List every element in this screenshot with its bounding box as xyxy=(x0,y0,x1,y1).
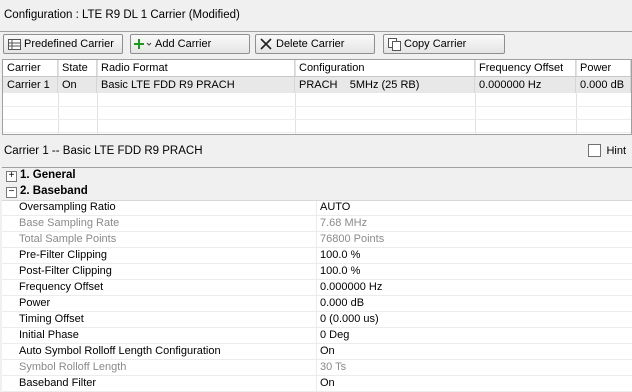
property-name: Total Sample Points xyxy=(19,233,117,245)
property-value[interactable]: 100.0 % xyxy=(320,249,360,261)
property-row[interactable]: Pre-Filter Clipping 100.0 % xyxy=(2,248,632,264)
property-name: Initial Phase xyxy=(19,329,79,341)
hint-label: Hint xyxy=(606,144,626,157)
property-value[interactable]: 100.0 % xyxy=(320,265,360,277)
property-row[interactable]: Base Sampling Rate 7.68 MHz xyxy=(2,216,632,232)
property-grid: + 1. General − 2. Baseband Oversampling … xyxy=(2,167,632,392)
property-row[interactable]: Power 0.000 dB xyxy=(2,296,632,312)
property-value[interactable]: On xyxy=(320,377,335,389)
hint-checkbox[interactable]: Hint xyxy=(588,144,626,157)
copy-icon xyxy=(387,37,401,51)
property-name: Power xyxy=(19,297,51,309)
property-row[interactable]: Baseband Filter On xyxy=(2,376,632,392)
property-value[interactable]: 0 (0.000 us) xyxy=(320,313,379,325)
property-name: Frequency Offset xyxy=(19,281,104,293)
column-header-radio-format[interactable]: Radio Format xyxy=(97,60,295,76)
property-row[interactable]: Initial Phase 0 Deg xyxy=(2,328,632,344)
property-row[interactable]: Oversampling Ratio AUTO xyxy=(2,200,632,216)
section-general[interactable]: + 1. General xyxy=(2,168,632,185)
property-name: Timing Offset xyxy=(19,313,84,325)
copy-carrier-button[interactable]: Copy Carrier xyxy=(383,34,505,54)
section-baseband-title: 2. Baseband xyxy=(20,185,88,197)
cell-carrier: Carrier 1 xyxy=(3,77,58,93)
property-value[interactable]: AUTO xyxy=(320,201,350,213)
property-name: Auto Symbol Rolloff Length Configuration xyxy=(19,345,221,357)
carrier-toolbar: Predefined Carrier Add Carrier Delete Ca… xyxy=(0,32,632,58)
copy-carrier-label: Copy Carrier xyxy=(404,38,467,50)
add-icon xyxy=(134,37,152,51)
property-name: Baseband Filter xyxy=(19,377,97,389)
property-value: 7.68 MHz xyxy=(320,217,368,229)
property-row[interactable]: Symbol Rolloff Length 30 Ts xyxy=(2,360,632,376)
column-header-carrier[interactable]: Carrier xyxy=(3,60,58,76)
property-row[interactable]: Total Sample Points 76800 Points xyxy=(2,232,632,248)
cell-frequency-offset: 0.000000 Hz xyxy=(475,77,576,93)
predefined-carrier-button[interactable]: Predefined Carrier xyxy=(3,34,123,54)
column-header-power[interactable]: Power xyxy=(576,60,631,76)
property-name: Symbol Rolloff Length xyxy=(19,361,127,373)
config-title: Configuration : LTE R9 DL 1 Carrier (Mod… xyxy=(4,9,240,21)
grid-list-icon xyxy=(7,37,21,51)
cell-state: On xyxy=(58,77,97,93)
add-carrier-label: Add Carrier xyxy=(155,38,212,50)
carrier-detail-label: Carrier 1 -- Basic LTE FDD R9 PRACH xyxy=(4,145,203,157)
property-row[interactable]: Auto Symbol Rolloff Length Configuration… xyxy=(2,344,632,360)
empty-row xyxy=(3,119,631,133)
property-row[interactable]: Timing Offset 0 (0.000 us) xyxy=(2,312,632,328)
property-name: Post-Filter Clipping xyxy=(19,265,112,277)
empty-row xyxy=(3,93,631,107)
property-value[interactable]: 0.000 dB xyxy=(320,297,364,309)
property-value[interactable]: 0 Deg xyxy=(320,329,349,341)
table-header: Carrier State Radio Format Configuration… xyxy=(3,60,631,77)
column-header-configuration[interactable]: Configuration xyxy=(295,60,475,76)
property-value[interactable]: On xyxy=(320,345,335,357)
collapse-minus-icon[interactable]: − xyxy=(6,187,17,198)
column-header-state[interactable]: State xyxy=(58,60,97,76)
property-name: Base Sampling Rate xyxy=(19,217,120,229)
cell-power: 0.000 dB xyxy=(576,77,631,93)
carrier-detail-header: Carrier 1 -- Basic LTE FDD R9 PRACH Hint xyxy=(0,140,632,164)
predefined-carrier-label: Predefined Carrier xyxy=(24,38,114,50)
delete-x-icon xyxy=(259,37,273,51)
property-row[interactable]: Post-Filter Clipping 100.0 % xyxy=(2,264,632,280)
delete-carrier-label: Delete Carrier xyxy=(276,38,345,50)
property-name: Pre-Filter Clipping xyxy=(19,249,108,261)
section-general-title: 1. General xyxy=(20,169,76,181)
property-value: 76800 Points xyxy=(320,233,385,245)
cell-configuration: PRACH 5MHz (25 RB) xyxy=(295,77,475,93)
config-title-bar: Configuration : LTE R9 DL 1 Carrier (Mod… xyxy=(0,0,632,32)
empty-row xyxy=(3,106,631,120)
delete-carrier-button[interactable]: Delete Carrier xyxy=(255,34,375,54)
section-baseband[interactable]: − 2. Baseband xyxy=(2,184,632,201)
property-row[interactable]: Frequency Offset 0.000000 Hz xyxy=(2,280,632,296)
expand-plus-icon[interactable]: + xyxy=(6,171,17,182)
table-row[interactable]: Carrier 1 On Basic LTE FDD R9 PRACH PRAC… xyxy=(3,77,631,93)
checkbox-icon[interactable] xyxy=(588,144,602,157)
property-value: 30 Ts xyxy=(320,361,347,373)
carrier-table: Carrier State Radio Format Configuration… xyxy=(2,59,632,135)
column-header-frequency-offset[interactable]: Frequency Offset xyxy=(475,60,576,76)
cell-radio-format: Basic LTE FDD R9 PRACH xyxy=(97,77,295,93)
property-value[interactable]: 0.000000 Hz xyxy=(320,281,382,293)
property-name: Oversampling Ratio xyxy=(19,201,116,213)
add-carrier-button[interactable]: Add Carrier xyxy=(130,34,250,54)
